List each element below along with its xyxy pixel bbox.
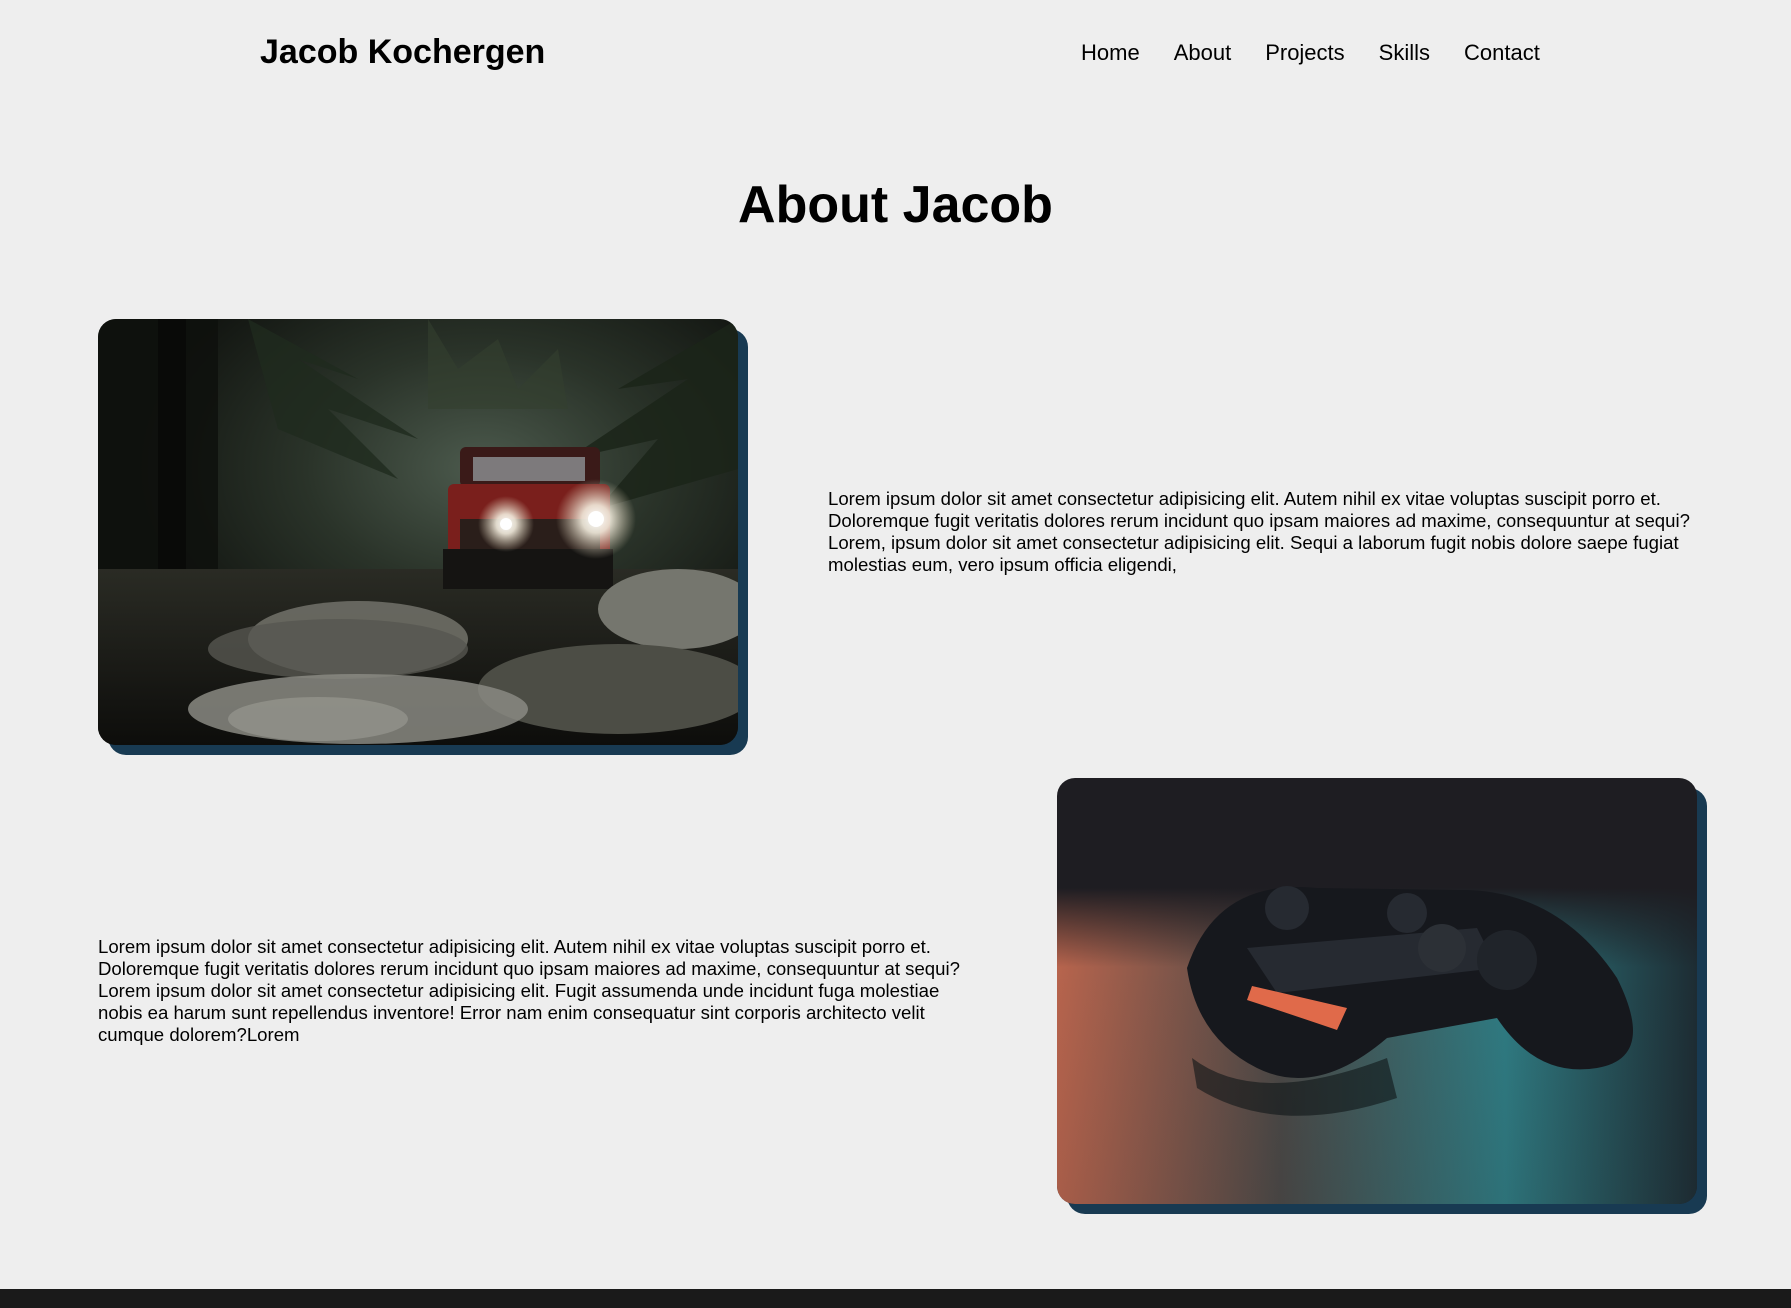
site-brand[interactable]: Jacob Kochergen: [260, 30, 545, 74]
game-controller-photo: [1057, 778, 1697, 1204]
jeep-forest-photo: [98, 319, 738, 745]
nav-link-skills[interactable]: Skills: [1379, 38, 1430, 68]
page-title: About Jacob: [738, 176, 1053, 234]
site-header: Jacob Kochergen Home About Projects Skil…: [0, 0, 1791, 105]
nav-link-contact[interactable]: Contact: [1464, 38, 1540, 68]
nav-link-home[interactable]: Home: [1081, 38, 1140, 68]
about-paragraph-1: Lorem ipsum dolor sit amet consectetur a…: [828, 488, 1690, 575]
about-card-2: [1057, 778, 1707, 1214]
nav-link-about[interactable]: About: [1174, 38, 1232, 68]
site-footer: [0, 1289, 1791, 1308]
main-nav: Home About Projects Skills Contact: [1081, 38, 1540, 68]
nav-link-projects[interactable]: Projects: [1265, 38, 1344, 68]
about-paragraph-2: Lorem ipsum dolor sit amet consectetur a…: [98, 936, 960, 1045]
about-card-1: [98, 319, 748, 755]
